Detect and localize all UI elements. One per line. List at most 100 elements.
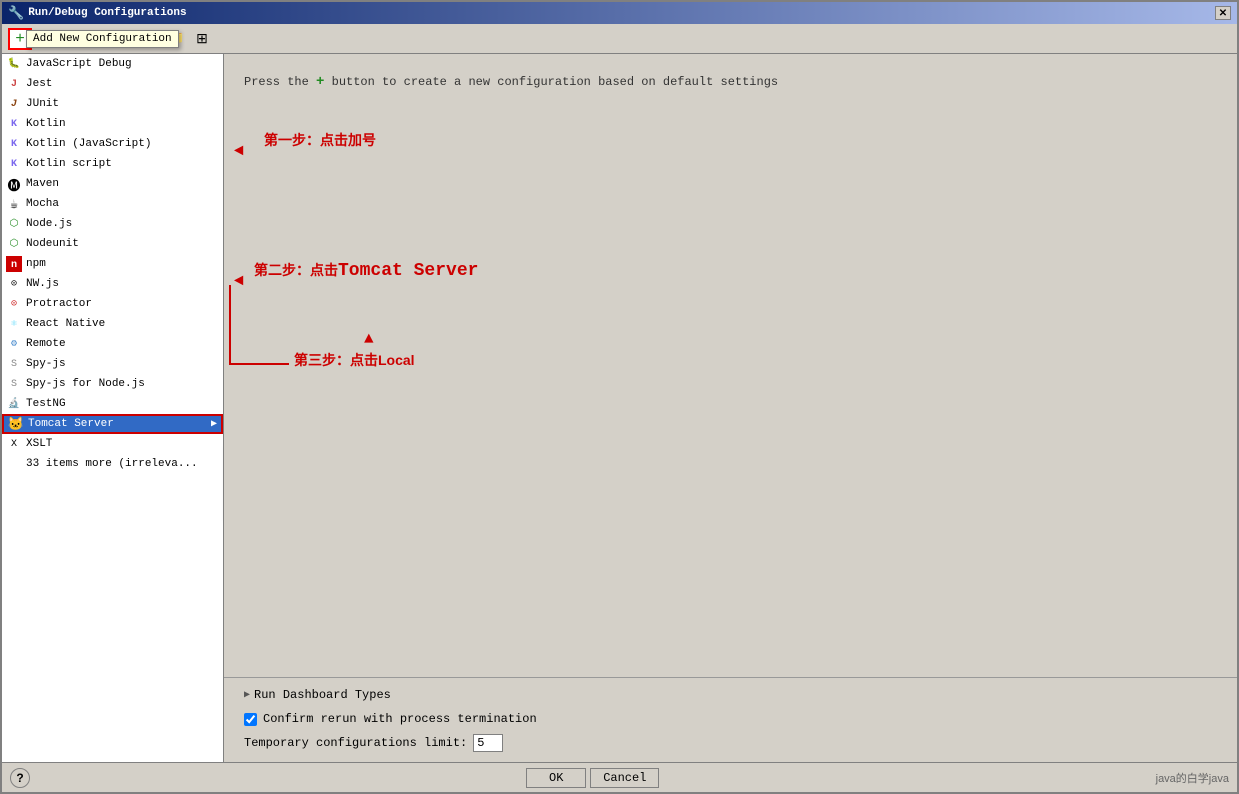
list-item-maven[interactable]: 🅜 Maven — [2, 174, 223, 194]
action-buttons: OK Cancel — [526, 768, 659, 788]
tomcat-server-label: Tomcat Server — [28, 418, 207, 430]
left-panel: 🐛 JavaScript Debug J Jest J JUnit K Kotl… — [2, 54, 224, 762]
list-item-tomcat-server[interactable]: 🐱 Tomcat Server ▶ — [2, 414, 223, 434]
testng-icon: 🔬 — [6, 396, 22, 412]
list-item-npm[interactable]: n npm — [2, 254, 223, 274]
window-icon: 🔧 — [8, 6, 24, 21]
nodeunit-icon: ⬡ — [6, 236, 22, 252]
main-content: 🐛 JavaScript Debug J Jest J JUnit K Kotl… — [2, 54, 1237, 762]
main-window: 🔧 Run/Debug Configurations ✕ + − ⧉ ✦ ↑ ↓… — [0, 0, 1239, 794]
list-item-protractor[interactable]: ⊙ Protractor — [2, 294, 223, 314]
step2-line — [229, 285, 289, 365]
nodeunit-label: Nodeunit — [26, 238, 219, 250]
add-new-tooltip: Add New Configuration — [26, 30, 179, 48]
kotlin-script-icon: K — [6, 156, 22, 172]
list-item-react-native[interactable]: ⚛ React Native — [2, 314, 223, 334]
help-button[interactable]: ? — [10, 768, 30, 788]
spy-js-label: Spy-js — [26, 358, 219, 370]
kotlin-script-label: Kotlin script — [26, 158, 219, 170]
more-label: 33 items more (irreleva... — [26, 458, 219, 470]
jest-icon: J — [6, 76, 22, 92]
step3-annotation: 第三步：点击Local — [294, 350, 415, 370]
list-item-jest[interactable]: J Jest — [2, 74, 223, 94]
kotlin-js-icon: K — [6, 136, 22, 152]
protractor-label: Protractor — [26, 298, 219, 310]
confirm-rerun-label: Confirm rerun with process termination — [263, 712, 537, 726]
kotlin-icon: K — [6, 116, 22, 132]
mocha-label: Mocha — [26, 198, 219, 210]
title-bar: 🔧 Run/Debug Configurations ✕ — [2, 2, 1237, 24]
run-dashboard-label: Run Dashboard Types — [254, 688, 391, 702]
step1-annotation: 第一步：点击加号 — [264, 130, 376, 150]
bottom-bar: ? OK Cancel java的白学java — [2, 762, 1237, 792]
javascript-debug-label: JavaScript Debug — [26, 58, 219, 70]
temp-config-limit-row: Temporary configurations limit: — [244, 734, 1217, 752]
list-item-kotlin-js[interactable]: K Kotlin (JavaScript) — [2, 134, 223, 154]
triangle-right-icon: ▶ — [244, 689, 250, 701]
list-item-xslt[interactable]: X XSLT — [2, 434, 223, 454]
kotlin-js-label: Kotlin (JavaScript) — [26, 138, 219, 150]
temp-config-input[interactable] — [473, 734, 503, 752]
submenu-arrow-icon: ▶ — [211, 418, 217, 430]
confirm-rerun-row: Confirm rerun with process termination — [244, 712, 1217, 726]
list-container: 🐛 JavaScript Debug J Jest J JUnit K Kotl… — [2, 54, 223, 762]
npm-label: npm — [26, 258, 219, 270]
spy-js-node-icon: S — [6, 376, 22, 392]
title-bar-left: 🔧 Run/Debug Configurations — [8, 6, 187, 21]
protractor-icon: ⊙ — [6, 296, 22, 312]
tomcat-server-icon: 🐱 — [8, 416, 24, 432]
confirm-rerun-checkbox[interactable] — [244, 713, 257, 726]
sort-button[interactable]: ⊞ — [190, 28, 214, 50]
list-item-nodejs[interactable]: ⬡ Node.js — [2, 214, 223, 234]
javascript-debug-icon: 🐛 — [6, 56, 22, 72]
nodejs-label: Node.js — [26, 218, 219, 230]
list-item-remote[interactable]: ⚙ Remote — [2, 334, 223, 354]
list-item-spy-js-node[interactable]: S Spy-js for Node.js — [2, 374, 223, 394]
watermark: java的白学java — [1156, 770, 1229, 786]
nwjs-label: NW.js — [26, 278, 219, 290]
ok-button[interactable]: OK — [526, 768, 586, 788]
list-item-nwjs[interactable]: ⊙ NW.js — [2, 274, 223, 294]
xslt-icon: X — [6, 436, 22, 452]
mocha-icon: ☕ — [6, 196, 22, 212]
plus-symbol: + — [316, 74, 324, 90]
list-item-spy-js[interactable]: S Spy-js — [2, 354, 223, 374]
right-content: Press the + button to create a new confi… — [224, 54, 1237, 677]
react-native-label: React Native — [26, 318, 219, 330]
bottom-section: ▶ Run Dashboard Types Confirm rerun with… — [224, 677, 1237, 762]
list-item-more[interactable]: 33 items more (irreleva... — [2, 454, 223, 474]
maven-icon: 🅜 — [6, 176, 22, 192]
remote-icon: ⚙ — [6, 336, 22, 352]
list-item-javascript-debug[interactable]: 🐛 JavaScript Debug — [2, 54, 223, 74]
list-item-kotlin-script[interactable]: K Kotlin script — [2, 154, 223, 174]
react-native-icon: ⚛ — [6, 316, 22, 332]
remote-label: Remote — [26, 338, 219, 350]
list-item-kotlin[interactable]: K Kotlin — [2, 114, 223, 134]
list-item-nodeunit[interactable]: ⬡ Nodeunit — [2, 234, 223, 254]
press-plus-description: Press the + button to create a new confi… — [244, 74, 1217, 90]
maven-label: Maven — [26, 178, 219, 190]
config-list[interactable]: 🐛 JavaScript Debug J Jest J JUnit K Kotl… — [2, 54, 223, 762]
xslt-label: XSLT — [26, 438, 219, 450]
window-title: Run/Debug Configurations — [28, 7, 186, 19]
list-item-junit[interactable]: J JUnit — [2, 94, 223, 114]
spy-js-node-label: Spy-js for Node.js — [26, 378, 219, 390]
close-button[interactable]: ✕ — [1215, 6, 1231, 20]
right-panel: Press the + button to create a new confi… — [224, 54, 1237, 762]
temp-config-label: Temporary configurations limit: — [244, 736, 467, 750]
title-bar-controls: ✕ — [1215, 6, 1231, 20]
junit-icon: J — [6, 96, 22, 112]
step1-arrow: ◄ — [234, 142, 244, 160]
kotlin-label: Kotlin — [26, 118, 219, 130]
more-icon — [6, 456, 22, 472]
jest-label: Jest — [26, 78, 219, 90]
step3-arrow: ▲ — [364, 330, 374, 348]
testng-label: TestNG — [26, 398, 219, 410]
cancel-button[interactable]: Cancel — [590, 768, 659, 788]
spy-js-icon: S — [6, 356, 22, 372]
list-item-testng[interactable]: 🔬 TestNG — [2, 394, 223, 414]
list-item-mocha[interactable]: ☕ Mocha — [2, 194, 223, 214]
run-dashboard-toggle[interactable]: ▶ Run Dashboard Types — [244, 688, 1217, 702]
nodejs-icon: ⬡ — [6, 216, 22, 232]
npm-icon: n — [6, 256, 22, 272]
